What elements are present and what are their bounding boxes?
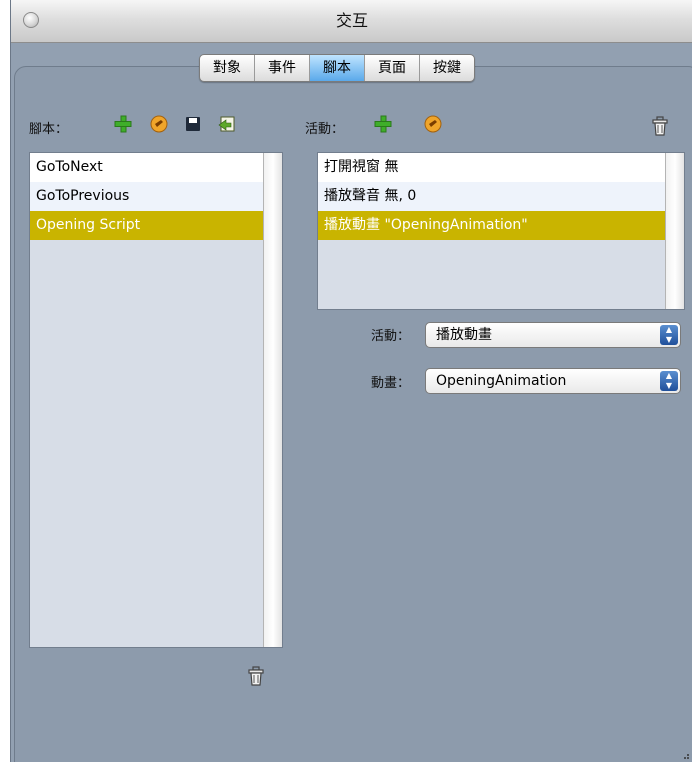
link-icon[interactable] xyxy=(149,114,169,134)
scripts-label: 腳本： xyxy=(29,122,69,137)
scripts-list[interactable]: GoToNext GoToPrevious Opening Script xyxy=(29,152,283,648)
action-select[interactable]: 播放動畫 ▲ ▼ xyxy=(425,322,681,348)
animation-select[interactable]: OpeningAnimation ▲ ▼ xyxy=(425,368,681,394)
tab-bar: 對象 事件 腳本 頁面 按鍵 xyxy=(199,54,475,82)
animation-field-label: 動畫： xyxy=(371,376,411,391)
action-item-play-sound[interactable]: 播放聲音 無, 0 xyxy=(318,182,668,211)
action-select-value: 播放動畫 xyxy=(436,327,492,343)
actions-scrollbar[interactable] xyxy=(665,153,684,309)
tab-keys[interactable]: 按鍵 xyxy=(420,55,474,81)
interaction-window: 交互 對象 事件 腳本 頁面 按鍵 腳本： GoToNext GoToPrevi… xyxy=(10,0,692,762)
link-icon[interactable] xyxy=(423,114,443,134)
tab-objects[interactable]: 對象 xyxy=(200,55,255,81)
trash-icon[interactable] xyxy=(247,666,265,686)
import-icon[interactable] xyxy=(217,114,237,134)
tab-events[interactable]: 事件 xyxy=(255,55,310,81)
title-bar[interactable]: 交互 xyxy=(11,0,692,43)
action-item-open-window[interactable]: 打開視窗 無 xyxy=(318,153,668,182)
select-arrows-icon: ▲ ▼ xyxy=(660,325,678,345)
resize-grip-icon[interactable] xyxy=(680,750,690,760)
script-item-opening-script[interactable]: Opening Script xyxy=(30,211,266,240)
add-icon[interactable] xyxy=(113,114,133,134)
action-item-play-animation[interactable]: 播放動畫 "OpeningAnimation" xyxy=(318,211,668,240)
script-item-gotonext[interactable]: GoToNext xyxy=(30,153,266,182)
action-field-label: 活動： xyxy=(371,329,411,344)
script-item-gotoprevious[interactable]: GoToPrevious xyxy=(30,182,266,211)
add-icon[interactable] xyxy=(373,114,393,134)
trash-icon[interactable] xyxy=(651,116,669,136)
actions-list[interactable]: 打開視窗 無 播放聲音 無, 0 播放動畫 "OpeningAnimation" xyxy=(317,152,685,310)
animation-select-value: OpeningAnimation xyxy=(436,373,567,389)
save-icon[interactable] xyxy=(183,114,203,134)
window-title: 交互 xyxy=(335,11,368,30)
select-arrows-icon: ▲ ▼ xyxy=(660,371,678,391)
tab-pages[interactable]: 頁面 xyxy=(365,55,420,81)
tab-scripts[interactable]: 腳本 xyxy=(310,55,365,81)
actions-label: 活動： xyxy=(305,122,345,137)
scripts-scrollbar[interactable] xyxy=(263,153,282,647)
